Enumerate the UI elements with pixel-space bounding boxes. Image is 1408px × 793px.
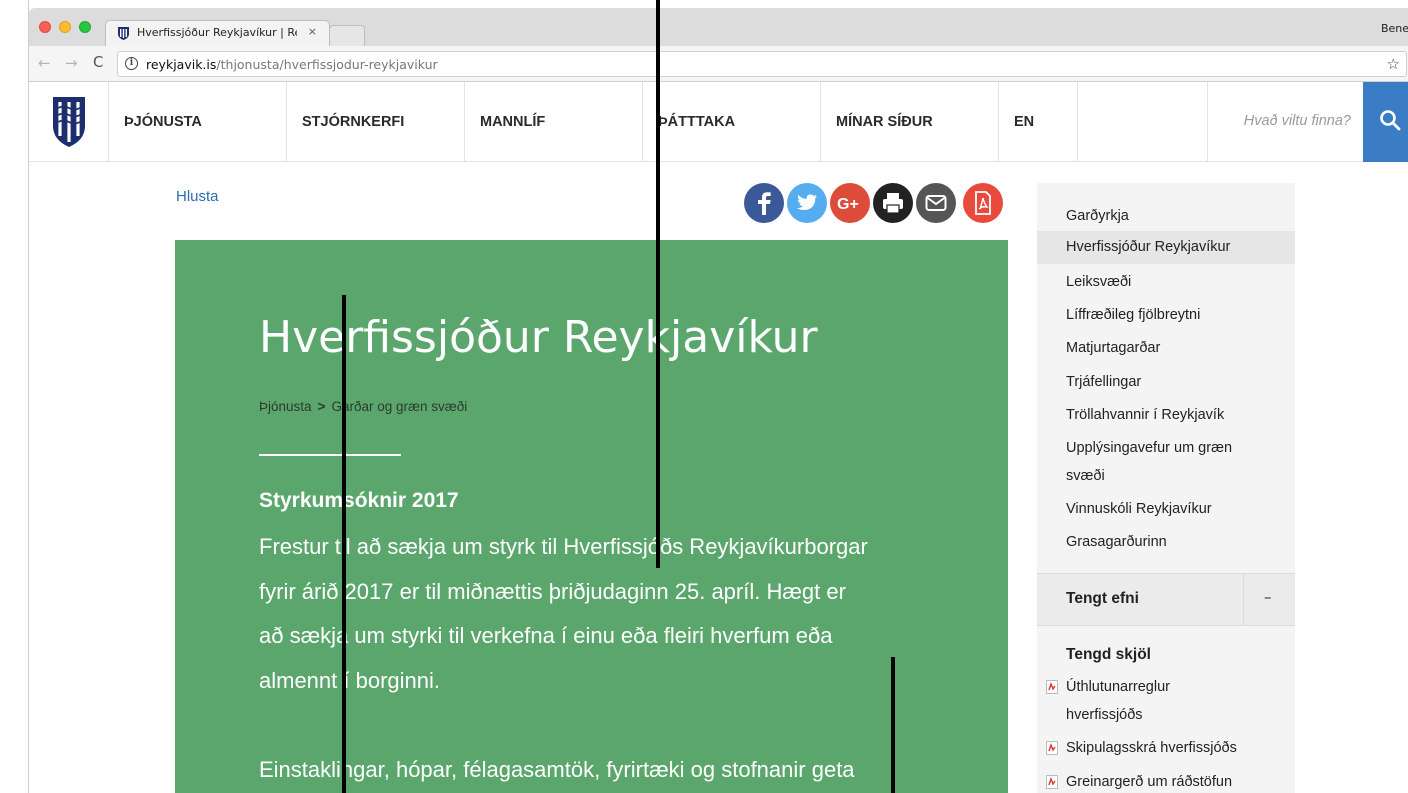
search-input[interactable]: Hvað viltu finna?	[1207, 82, 1363, 162]
url-path: /thjonusta/hverfissjodur-reykjavikur	[216, 57, 438, 72]
overlay-line	[656, 0, 660, 568]
facebook-icon	[744, 183, 784, 223]
sidebar-item-upplysingavefur-line2[interactable]: svæði	[1037, 463, 1295, 489]
sidebar-item-matjurtagardar[interactable]: Matjurtagarðar	[1037, 335, 1295, 361]
breadcrumb-thjonusta[interactable]: Þjónusta	[259, 399, 312, 414]
browser-tab[interactable]: Hverfissjóður Reykjavíkur | Rey ×	[105, 20, 330, 46]
pdf-file-icon	[1046, 741, 1058, 755]
paragraph-line: almennt í borginni.	[259, 668, 440, 693]
google-plus-icon: G+	[830, 183, 870, 223]
email-icon	[916, 183, 956, 223]
google-plus-share-button[interactable]: G+	[830, 183, 870, 223]
nav-item-minar-sidur[interactable]: MÍNAR SÍÐUR	[820, 82, 999, 162]
sidebar-item-leiksvaedi[interactable]: Leiksvæði	[1037, 269, 1295, 295]
listen-link[interactable]: Hlusta	[176, 188, 219, 205]
paragraph-line: fyrir árið 2017 er til miðnættis þriðjud…	[259, 579, 846, 604]
breadcrumb-gardar[interactable]: Garðar og græn svæði	[331, 399, 467, 414]
overlay-line	[891, 657, 895, 793]
paragraph-line: Frestur til að sækja um styrk til Hverfi…	[259, 534, 868, 559]
sidebar-item-grasagardurinn[interactable]: Grasagarðurinn	[1037, 529, 1295, 555]
related-content-toggle[interactable]: Tengt efni –	[1037, 573, 1295, 626]
tab-title: Hverfissjóður Reykjavíkur | Rey	[137, 26, 297, 39]
doc-link-uthlutunarreglur-line2[interactable]: hverfissjóðs	[1066, 707, 1143, 723]
site-header: ÞJÓNUSTA STJÓRNKERFI MANNLÍF ÞÁTTTAKA MÍ…	[29, 82, 1408, 162]
bookmark-star-icon[interactable]: ☆	[1387, 55, 1400, 73]
related-content-label: Tengt efni	[1066, 590, 1139, 607]
tab-bar: Hverfissjóður Reykjavíkur | Rey × Bene	[29, 8, 1408, 46]
close-window-button[interactable]	[39, 21, 51, 33]
pdf-icon	[963, 183, 1003, 223]
breadcrumb: Þjónusta > Garðar og græn svæði	[259, 399, 467, 414]
sidebar-item-trollahvannir[interactable]: Tröllahvannir í Reykjavík	[1037, 402, 1295, 428]
search-placeholder: Hvað viltu finna?	[1243, 113, 1351, 129]
pdf-download-button[interactable]	[963, 183, 1003, 223]
minimize-window-button[interactable]	[59, 21, 71, 33]
reload-icon[interactable]: C	[93, 53, 103, 71]
overlay-line	[342, 295, 346, 793]
sidebar-item-vinnuskoli[interactable]: Vinnuskóli Reykjavíkur	[1037, 496, 1295, 522]
email-share-button[interactable]	[916, 183, 956, 223]
related-documents-title: Tengd skjöl	[1066, 646, 1151, 663]
doc-link-greinargerd[interactable]: Greinargerð um ráðstöfun	[1066, 774, 1232, 790]
svg-text:G+: G+	[837, 196, 859, 213]
doc-link-uthlutunarreglur[interactable]: Úthlutunarreglur	[1066, 679, 1170, 695]
content-hero: Hverfissjóður Reykjavíkur Þjónusta > Garða…	[175, 240, 1008, 793]
twitter-icon	[787, 183, 827, 223]
collapse-button[interactable]: –	[1243, 574, 1295, 625]
nav-item-thjonusta[interactable]: ÞJÓNUSTA	[108, 82, 287, 162]
address-bar[interactable]: i reykjavik.is/thjonusta/hverfissjodur-r…	[117, 51, 1407, 77]
url-host: reykjavik.is	[146, 57, 217, 72]
maximize-window-button[interactable]	[79, 21, 91, 33]
pdf-file-icon	[1046, 775, 1058, 789]
sidebar-item-upplysingavefur[interactable]: Upplýsingavefur um græn	[1037, 435, 1295, 461]
minus-icon: –	[1264, 588, 1272, 606]
nav-spacer	[1077, 82, 1207, 162]
search-button[interactable]	[1363, 82, 1408, 162]
print-icon	[873, 183, 913, 223]
divider	[259, 454, 401, 456]
nav-item-en[interactable]: EN	[998, 82, 1078, 162]
reykjavik-logo[interactable]	[52, 96, 86, 148]
sidebar-item-liffraedileg[interactable]: Líffræðileg fjölbreytni	[1037, 302, 1295, 328]
paragraph-line: Einstaklingar, hópar, félagasamtök, fyri…	[259, 757, 855, 782]
section-heading: Styrkumsóknir 2017	[259, 489, 459, 512]
sidebar-item-hverfissjodur[interactable]: Hverfissjóður Reykjavíkur	[1037, 231, 1295, 264]
back-arrow-icon[interactable]: ←	[38, 54, 51, 72]
tab-close-icon[interactable]: ×	[308, 25, 317, 38]
reykjavik-favicon-icon	[118, 27, 129, 40]
new-tab-button[interactable]	[329, 25, 365, 46]
info-icon[interactable]: i	[125, 57, 138, 70]
search-icon	[1380, 110, 1401, 131]
breadcrumb-separator: >	[317, 399, 326, 414]
sidebar-item-trjafellingar[interactable]: Trjáfellingar	[1037, 369, 1295, 395]
nav-item-stjornkerfi[interactable]: STJÓRNKERFI	[286, 82, 465, 162]
url-text[interactable]: reykjavik.is/thjonusta/hverfissjodur-rey…	[146, 57, 438, 72]
sidebar: Garðyrkja Hverfissjóður Reykjavíkur Leik…	[1037, 183, 1295, 793]
profile-name[interactable]: Bene	[1381, 22, 1408, 35]
facebook-share-button[interactable]	[744, 183, 784, 223]
window-backdrop	[0, 0, 28, 793]
sidebar-item-gardyrkja[interactable]: Garðyrkja	[1037, 203, 1295, 229]
pdf-file-icon	[1046, 680, 1058, 694]
twitter-share-button[interactable]	[787, 183, 827, 223]
nav-item-mannlif[interactable]: MANNLÍF	[464, 82, 643, 162]
nav-item-thatttaka[interactable]: ÞÁTTTAKA	[642, 82, 821, 162]
browser-window: Hverfissjóður Reykjavíkur | Rey × Bene ←…	[28, 0, 1408, 793]
print-button[interactable]	[873, 183, 913, 223]
forward-arrow-icon[interactable]: →	[65, 54, 78, 72]
browser-toolbar: ← → C i reykjavik.is/thjonusta/hverfissj…	[29, 46, 1408, 82]
doc-link-skipulagsskra[interactable]: Skipulagsskrá hverfissjóðs	[1066, 740, 1237, 756]
